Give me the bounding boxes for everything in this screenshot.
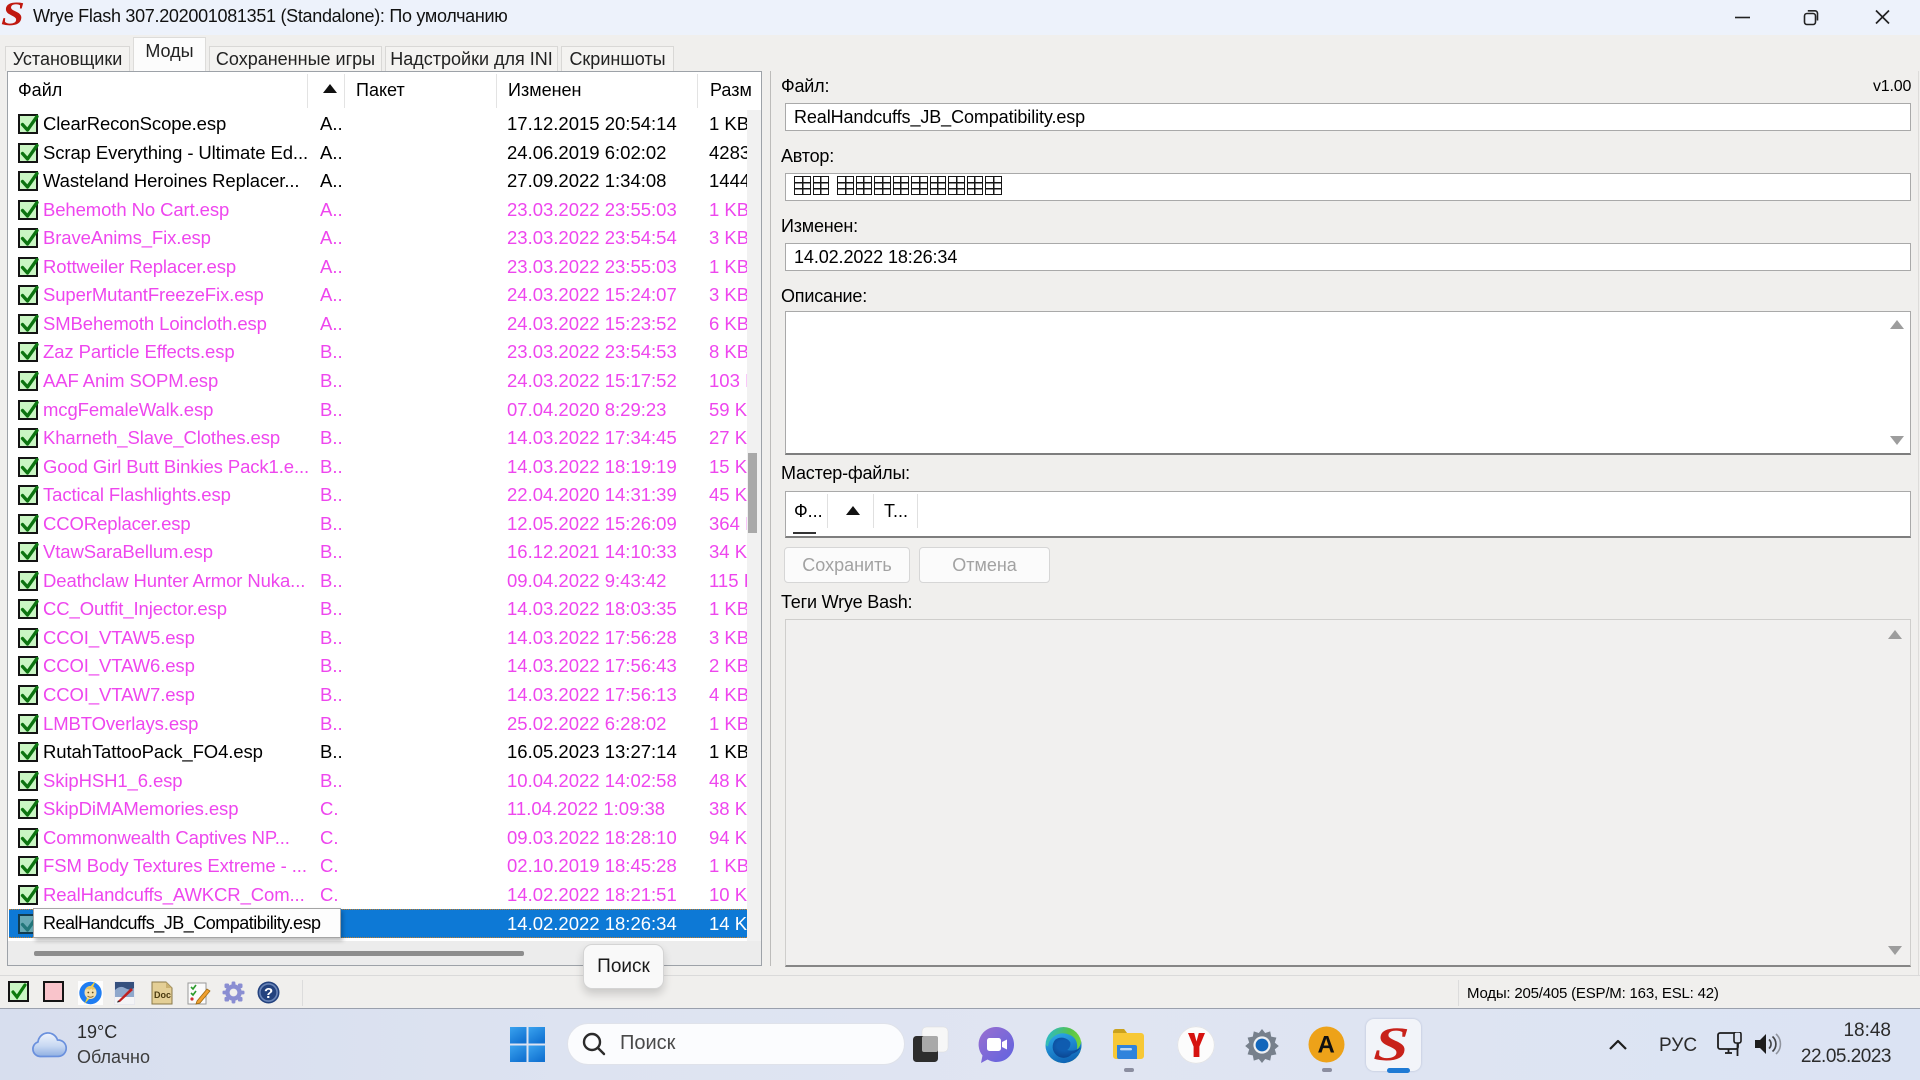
svg-text:Doc: Doc — [154, 990, 171, 1000]
svg-text:?: ? — [264, 985, 273, 1002]
svg-text:A: A — [1318, 1032, 1335, 1059]
